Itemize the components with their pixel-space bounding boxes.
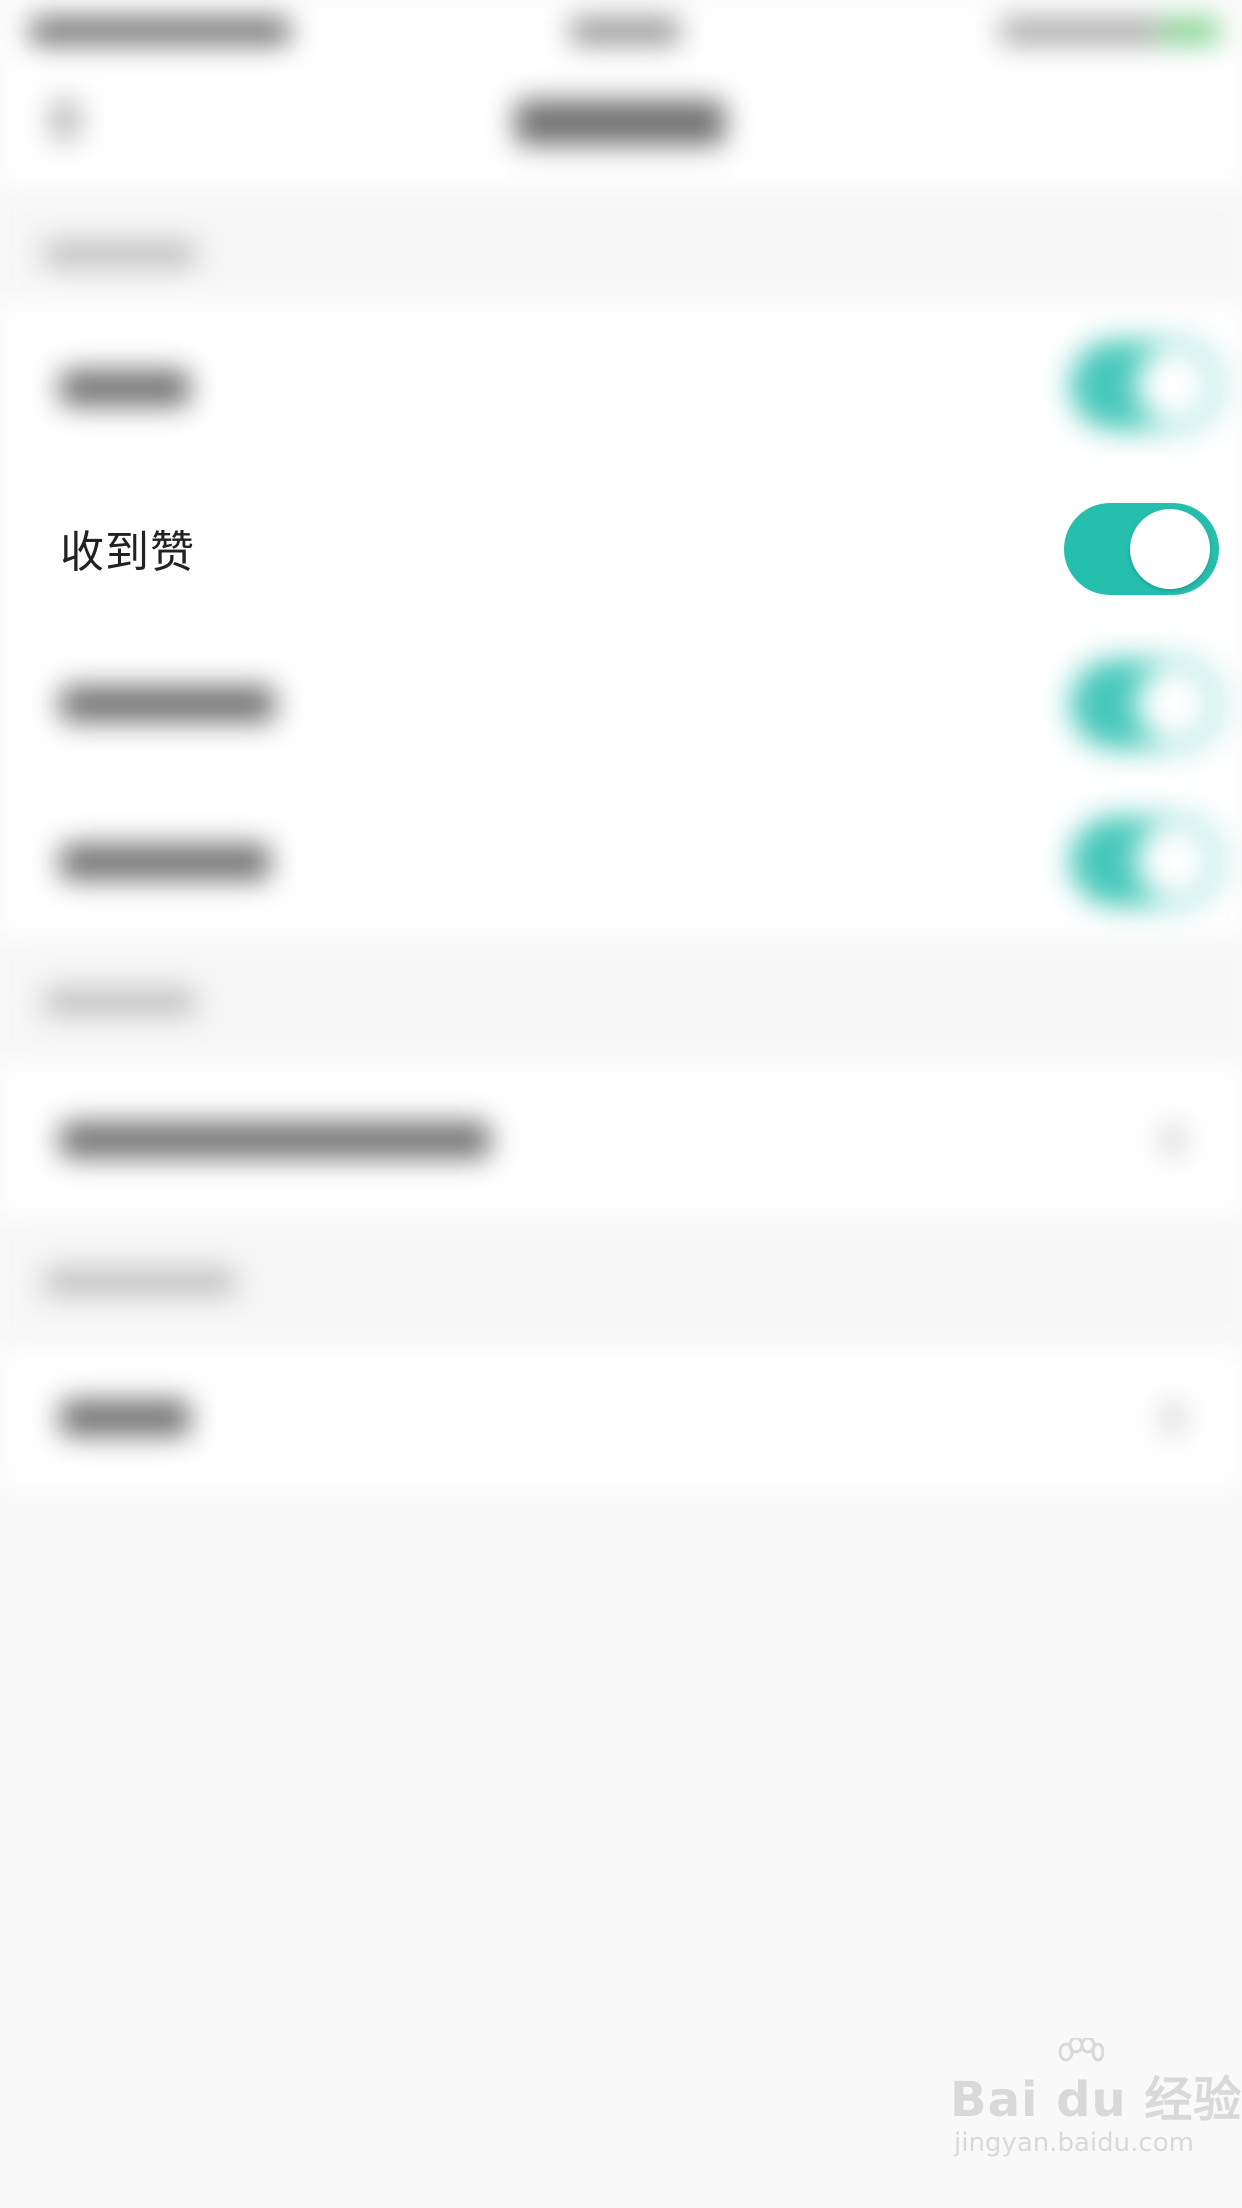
toggle-knob xyxy=(1130,509,1210,589)
section-label-2 xyxy=(45,990,195,1014)
row-toggle-4[interactable] xyxy=(1070,816,1220,906)
row-label-1 xyxy=(60,370,190,406)
nav-bar xyxy=(0,60,1242,190)
status-time xyxy=(570,18,680,44)
watermark-url: jingyan.baidu.com xyxy=(954,2128,1194,2158)
section-label-1 xyxy=(45,242,195,266)
chevron-right-icon xyxy=(1164,1125,1182,1155)
section-header-3 xyxy=(0,1220,1242,1345)
settings-row-5[interactable] xyxy=(0,1060,1242,1220)
status-indicators xyxy=(1000,18,1160,44)
status-bar xyxy=(0,0,1242,60)
back-arrow-icon[interactable] xyxy=(50,100,80,140)
settings-row-6[interactable] xyxy=(0,1345,1242,1490)
settings-row-likes: 收到赞 xyxy=(0,470,1242,626)
status-carrier xyxy=(30,18,290,44)
page-title xyxy=(515,100,725,145)
settings-page: 收到赞 Bai du 经验 jingyan.baidu.com xyxy=(0,0,1242,2208)
baidu-jingyan-watermark: Bai du 经验 jingyan.baidu.com xyxy=(950,2038,1241,2180)
settings-row-4[interactable] xyxy=(0,782,1242,940)
section-header-2 xyxy=(0,940,1242,1060)
section-header-1 xyxy=(0,190,1242,300)
paw-logo-icon xyxy=(1058,2038,1104,2062)
blurred-background xyxy=(0,0,1242,2208)
row-label-3 xyxy=(60,686,275,722)
row-toggle-3[interactable] xyxy=(1070,659,1220,749)
chevron-right-icon xyxy=(1164,1403,1182,1433)
section-label-3 xyxy=(45,1270,235,1294)
battery-icon xyxy=(1160,18,1220,44)
row-label-4 xyxy=(60,844,270,880)
row-label-5 xyxy=(60,1122,490,1158)
settings-row-1[interactable] xyxy=(0,300,1242,470)
likes-toggle[interactable] xyxy=(1064,503,1219,595)
settings-row-3[interactable] xyxy=(0,626,1242,782)
row-label-6 xyxy=(60,1400,190,1436)
likes-label: 收到赞 xyxy=(60,527,195,578)
row-toggle-1[interactable] xyxy=(1070,340,1220,430)
